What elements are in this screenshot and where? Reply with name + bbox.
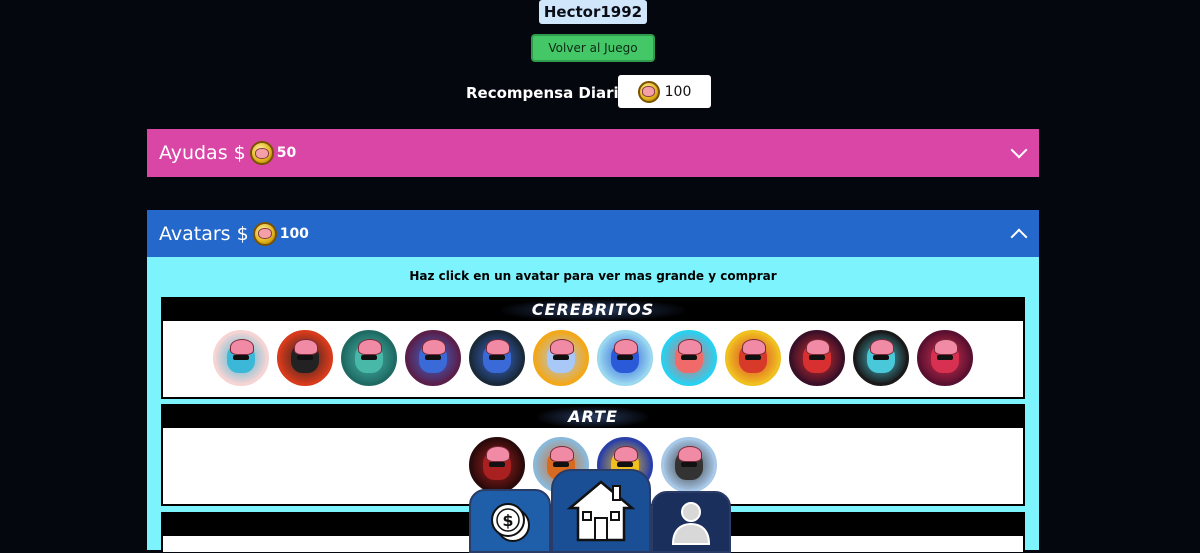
avatar-thumbnail[interactable] [661,330,717,386]
daily-reward-amount: 100 [664,83,692,100]
brain-coin-icon [249,141,274,165]
avatars-panel-header[interactable]: Avatars $ 100 [147,210,1039,257]
ayudas-title: Ayudas $ [159,142,246,164]
chevron-up-icon[interactable] [1010,228,1028,245]
avatar-thumbnail[interactable] [533,330,589,386]
avatar-thumbnail[interactable] [917,330,973,386]
avatars-title: Avatars $ [159,222,249,245]
dollar-coins-icon: $ [491,503,530,542]
avatar-thumbnail[interactable] [277,330,333,386]
avatar-thumbnail[interactable] [469,330,525,386]
svg-text:$: $ [502,511,513,530]
home-button[interactable] [551,469,651,553]
avatar-thumbnail[interactable] [469,437,525,493]
avatar-thumbnail[interactable] [789,330,845,386]
chevron-down-icon[interactable] [1010,141,1028,159]
brain-coin-icon [252,221,277,246]
back-to-game-button[interactable]: Volver al Juego [531,34,655,62]
avatars-price: 100 [279,225,309,242]
home-icon [566,480,636,542]
daily-reward-label: Recompensa Diaria: [466,84,635,102]
category-cerebritos: CEREBRITOS [161,297,1025,399]
avatar-thumbnail[interactable] [213,330,269,386]
avatar-thumbnail[interactable] [341,330,397,386]
avatar-thumbnail[interactable] [725,330,781,386]
avatar-thumbnail[interactable] [661,437,717,493]
avatars-instruction: Haz click en un avatar para ver mas gran… [409,269,777,283]
avatar-row [163,321,1023,386]
profile-button[interactable] [651,491,731,553]
avatar-thumbnail[interactable] [405,330,461,386]
brain-coin-icon [637,80,660,103]
category-title: CEREBRITOS [163,299,1023,321]
coins-shop-button[interactable]: $ [469,489,551,553]
ayudas-panel-header[interactable]: Ayudas $ 50 [147,129,1039,177]
daily-reward-box: 100 [618,75,711,108]
user-icon [671,502,711,545]
username-badge: Hector1992 [539,0,647,24]
ayudas-price: 50 [276,145,297,161]
avatar-thumbnail[interactable] [597,330,653,386]
avatar-thumbnail[interactable] [853,330,909,386]
category-title: ARTE [163,406,1023,428]
